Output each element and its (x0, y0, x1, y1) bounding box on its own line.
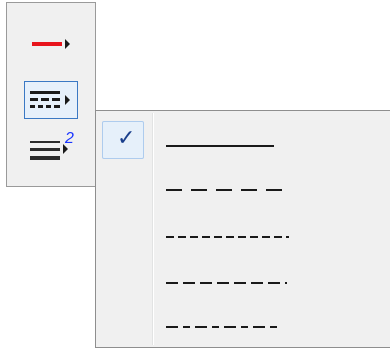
medium-dash-line-sample (166, 282, 287, 284)
menu-item-long-dash[interactable] (98, 167, 390, 213)
dash-style-icon (30, 91, 70, 108)
solid-line-sample (166, 145, 274, 147)
checked-indicator: ✓ (102, 121, 144, 159)
dash-style-button[interactable] (24, 81, 78, 119)
menu-item-medium-dash[interactable] (98, 259, 390, 305)
line-width-button[interactable]: 2 (24, 130, 78, 169)
dash-dot-line-sample (166, 326, 277, 328)
line-width-badge: 2 (65, 130, 74, 147)
short-dash-line-sample (166, 236, 289, 238)
line-format-toolbar: 2 (6, 2, 96, 187)
line-color-icon (32, 39, 70, 49)
line-color-button[interactable] (24, 25, 78, 63)
dash-style-menu: ✓ (95, 110, 390, 348)
menu-item-short-dash[interactable] (98, 213, 390, 259)
long-dash-line-sample (166, 189, 282, 191)
menu-item-solid[interactable]: ✓ (98, 113, 390, 159)
menu-item-dash-dot[interactable] (98, 303, 390, 349)
check-icon: ✓ (117, 126, 136, 151)
